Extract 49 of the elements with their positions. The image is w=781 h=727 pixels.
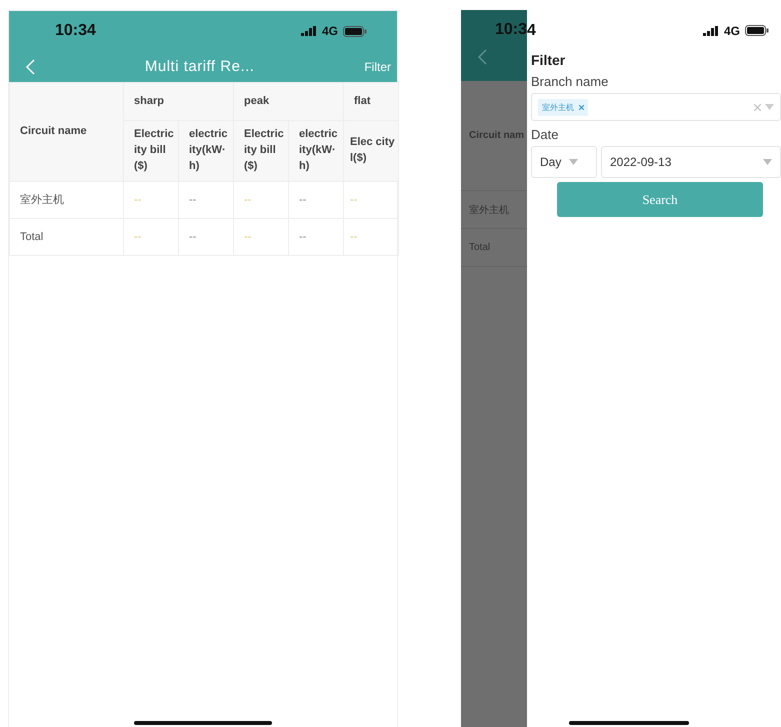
table-cell-text: 室外主机 [469,204,509,216]
table-cell: -- [134,194,142,206]
battery-icon [745,25,769,36]
date-select[interactable]: 2022-09-13 [601,146,781,178]
field-label: Branch name [531,74,610,89]
status-time: 4 [527,22,536,40]
search-button[interactable]: Search [557,182,763,217]
table-cell: -- [299,230,306,243]
field-label: Date [531,127,560,142]
table-cell: -- [350,194,358,206]
drawer-title: Filter [531,52,566,68]
group-header: peak [234,82,344,120]
network-label: 4G [724,24,740,38]
group-header: flat [344,82,398,120]
column-header: Circuit nam [469,130,524,141]
table-cell: -- [189,230,196,243]
caret-icon [763,159,772,165]
column-header: Circuit name [10,82,124,182]
table-cell: Total [469,242,490,253]
column-header: Electricity bill($) [234,120,288,182]
column-header: Elec city l($) [344,120,398,182]
table-cell: -- [350,230,358,243]
table-cell: -- [134,230,142,243]
column-header: electricity(kW·h) [178,120,234,182]
column-header: electricity(kW·h) [288,120,344,182]
network-label: 4G [322,24,338,38]
signal-icon [702,26,719,36]
period-select[interactable]: Day [531,146,597,178]
table-cell: -- [299,194,306,206]
status-time: 10:3 [494,21,527,39]
caret-icon [569,159,578,165]
signal-icon [300,26,317,36]
back-icon[interactable] [477,49,487,65]
table-cell: -- [189,194,196,206]
table-cell: Total [10,218,124,256]
status-time: 10:34 [55,22,96,40]
remove-tag-icon[interactable] [579,104,584,110]
filter-link[interactable]: Filter [364,60,391,74]
clear-icon[interactable] [754,104,761,110]
page-title: Multi tariff Re... [144,58,256,75]
tag: 室外主机 [538,98,588,116]
table-cell: 室外主机 [10,181,124,218]
battery-icon [343,26,367,36]
table-cell: -- [244,194,252,206]
branch-select[interactable]: 室外主机 [531,93,781,121]
group-header: sharp [124,82,234,120]
table-cell: -- [244,230,252,243]
column-header: Electricity bill($) [124,120,178,182]
caret-icon [765,104,774,110]
